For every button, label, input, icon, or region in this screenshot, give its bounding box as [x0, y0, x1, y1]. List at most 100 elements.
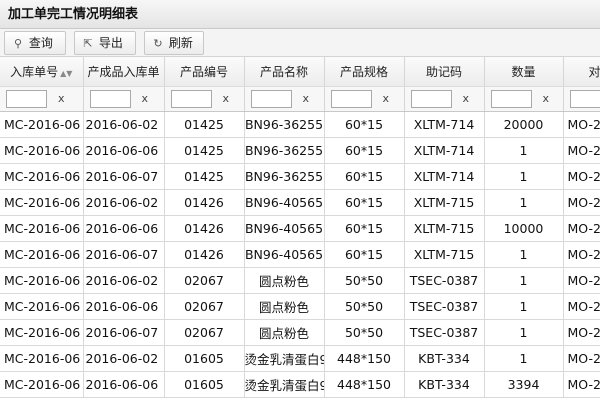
- table-row[interactable]: MC-2016-06 2016-06-02 01426 BN96-40565 60*15…: [0, 189, 600, 216]
- cell-quantity: 1: [484, 319, 564, 346]
- clear-filter-icon[interactable]: x: [58, 92, 65, 105]
- filter-input[interactable]: [250, 89, 292, 108]
- cell-inbound-no: MC-2016-06: [0, 345, 84, 372]
- cell-inbound-no: MC-2016-06: [0, 371, 84, 398]
- clear-filter-icon[interactable]: x: [383, 92, 390, 105]
- filter-cell: x: [83, 86, 165, 112]
- table-row[interactable]: MC-2016-06 2016-06-06 01605 烫金乳清蛋白9 448*150 K…: [0, 371, 600, 398]
- column-header-finished-goods[interactable]: 产成品入库单: [83, 57, 165, 87]
- filter-input[interactable]: [89, 89, 131, 108]
- column-header-spec[interactable]: 产品规格: [324, 57, 405, 87]
- table-row[interactable]: MC-2016-06 2016-06-02 01425 BN96-36255 60*15…: [0, 111, 600, 138]
- export-icon: ⇱: [83, 37, 93, 50]
- export-button-label: 导出: [98, 36, 123, 50]
- cell-quantity: 10000: [484, 215, 564, 242]
- cell-mnemonic: XLTM-715: [404, 189, 485, 216]
- column-header-mnemonic[interactable]: 助记码: [404, 57, 485, 87]
- cell-product-code: 01426: [164, 189, 245, 216]
- clear-filter-icon[interactable]: x: [463, 92, 470, 105]
- clear-filter-icon[interactable]: x: [543, 92, 550, 105]
- cell-mnemonic: XLTM-714: [404, 137, 485, 164]
- column-header-product-name[interactable]: 产品名称: [244, 57, 325, 87]
- filter-input[interactable]: [6, 89, 47, 108]
- filter-cell: x: [244, 86, 325, 112]
- cell-spec: 50*50: [324, 293, 405, 320]
- cell-inbound-no: MC-2016-06: [0, 267, 84, 294]
- filter-input[interactable]: [490, 89, 532, 108]
- cell-mnemonic: TSEC-0387: [404, 319, 485, 346]
- refresh-button[interactable]: ↻ 刷新: [144, 31, 204, 55]
- cell-product-name: BN96-36255: [244, 137, 325, 164]
- cell-quantity: 1: [484, 241, 564, 268]
- cell-finished-goods: 2016-06-06: [83, 215, 165, 242]
- cell-product-name: BN96-40565: [244, 189, 325, 216]
- cell-product-name: 圆点粉色: [244, 267, 325, 294]
- cell-product-code: 01426: [164, 215, 245, 242]
- cell-quantity: 1: [484, 137, 564, 164]
- column-header-inbound-no[interactable]: 入库单号 ▲▼: [0, 57, 84, 87]
- cell-finished-goods: 2016-06-02: [83, 345, 165, 372]
- cell-inbound-no: MC-2016-06: [0, 163, 84, 190]
- cell-product-name: BN96-36255: [244, 111, 325, 138]
- cell-product-code: 01605: [164, 345, 245, 372]
- sort-icon[interactable]: ▲▼: [60, 69, 72, 78]
- filter-cell: x: [0, 86, 84, 112]
- cell-spec: 60*15: [324, 189, 405, 216]
- cell-finished-goods: 2016-06-07: [83, 163, 165, 190]
- cell-mnemonic: TSEC-0387: [404, 267, 485, 294]
- filter-input[interactable]: [569, 89, 600, 108]
- cell-finished-goods: 2016-06-06: [83, 371, 165, 398]
- refresh-icon: ↻: [153, 37, 163, 50]
- cell-quantity: 1: [484, 293, 564, 320]
- filter-input[interactable]: [410, 89, 452, 108]
- cell-product-code: 02067: [164, 293, 245, 320]
- data-grid: 入库单号▲▼ 产成品入库单 产品编号 产品名称 产品规格 助记码 数量 对应加 …: [0, 57, 600, 400]
- filter-input[interactable]: [330, 89, 372, 108]
- filter-cell: x: [164, 86, 245, 112]
- cell-spec: 50*50: [324, 267, 405, 294]
- export-button[interactable]: ⇱ 导出: [74, 31, 136, 55]
- clear-filter-icon[interactable]: x: [142, 92, 149, 105]
- cell-spec: 60*15: [324, 137, 405, 164]
- cell-mnemonic: XLTM-715: [404, 241, 485, 268]
- table-row[interactable]: MC-2016-06 2016-06-06 01425 BN96-36255 60*15…: [0, 137, 600, 164]
- cell-finished-goods: 2016-06-07: [83, 241, 165, 268]
- table-row[interactable]: MC-2016-06 2016-06-07 01425 BN96-36255 60*15…: [0, 163, 600, 190]
- table-row[interactable]: MC-2016-06 2016-06-02 01605 烫金乳清蛋白9 448*150 K…: [0, 345, 600, 372]
- clear-filter-icon[interactable]: x: [223, 92, 230, 105]
- page-title: 加工单完工情况明细表: [0, 0, 600, 29]
- clear-filter-icon[interactable]: x: [303, 92, 310, 105]
- cell-product-name: 烫金乳清蛋白9: [244, 345, 325, 372]
- column-header-quantity[interactable]: 数量: [484, 57, 564, 87]
- filter-input[interactable]: [170, 89, 212, 108]
- cell-inbound-no: MC-2016-06: [0, 241, 84, 268]
- cell-finished-goods: 2016-06-06: [83, 293, 165, 320]
- cell-quantity: 3394: [484, 371, 564, 398]
- table-row[interactable]: MC-2016-06 2016-06-06 02067 圆点粉色 50*50 TSEC-0…: [0, 293, 600, 320]
- column-header-order[interactable]: 对应加: [563, 57, 600, 87]
- cell-order: MO-2: [563, 163, 600, 190]
- cell-spec: 448*150: [324, 345, 405, 372]
- cell-spec: 60*15: [324, 215, 405, 242]
- cell-spec: 60*15: [324, 163, 405, 190]
- cell-product-code: 01426: [164, 241, 245, 268]
- cell-inbound-no: MC-2016-06: [0, 293, 84, 320]
- cell-spec: 60*15: [324, 111, 405, 138]
- cell-finished-goods: 2016-06-06: [83, 137, 165, 164]
- column-header-product-code[interactable]: 产品编号: [164, 57, 245, 87]
- filter-cell: x: [324, 86, 405, 112]
- cell-mnemonic: XLTM-715: [404, 215, 485, 242]
- filter-cell: [563, 86, 600, 112]
- cell-inbound-no: MC-2016-06: [0, 137, 84, 164]
- table-row[interactable]: MC-2016-06 2016-06-07 02067 圆点粉色 50*50 TSEC-0…: [0, 319, 600, 346]
- table-row[interactable]: MC-2016-06 2016-06-06 01426 BN96-40565 60*15…: [0, 215, 600, 242]
- table-row[interactable]: MC-2016-06 2016-06-02 02067 圆点粉色 50*50 TSEC-0…: [0, 267, 600, 294]
- query-button-label: 查询: [28, 36, 53, 50]
- cell-spec: 60*15: [324, 241, 405, 268]
- cell-product-name: BN96-40565: [244, 241, 325, 268]
- query-button[interactable]: ⚲ 查询: [4, 31, 66, 55]
- table-row[interactable]: MC-2016-06 2016-06-07 01426 BN96-40565 60*15…: [0, 241, 600, 268]
- cell-order: MO-2: [563, 345, 600, 372]
- cell-mnemonic: KBT-334: [404, 371, 485, 398]
- cell-inbound-no: MC-2016-06: [0, 111, 84, 138]
